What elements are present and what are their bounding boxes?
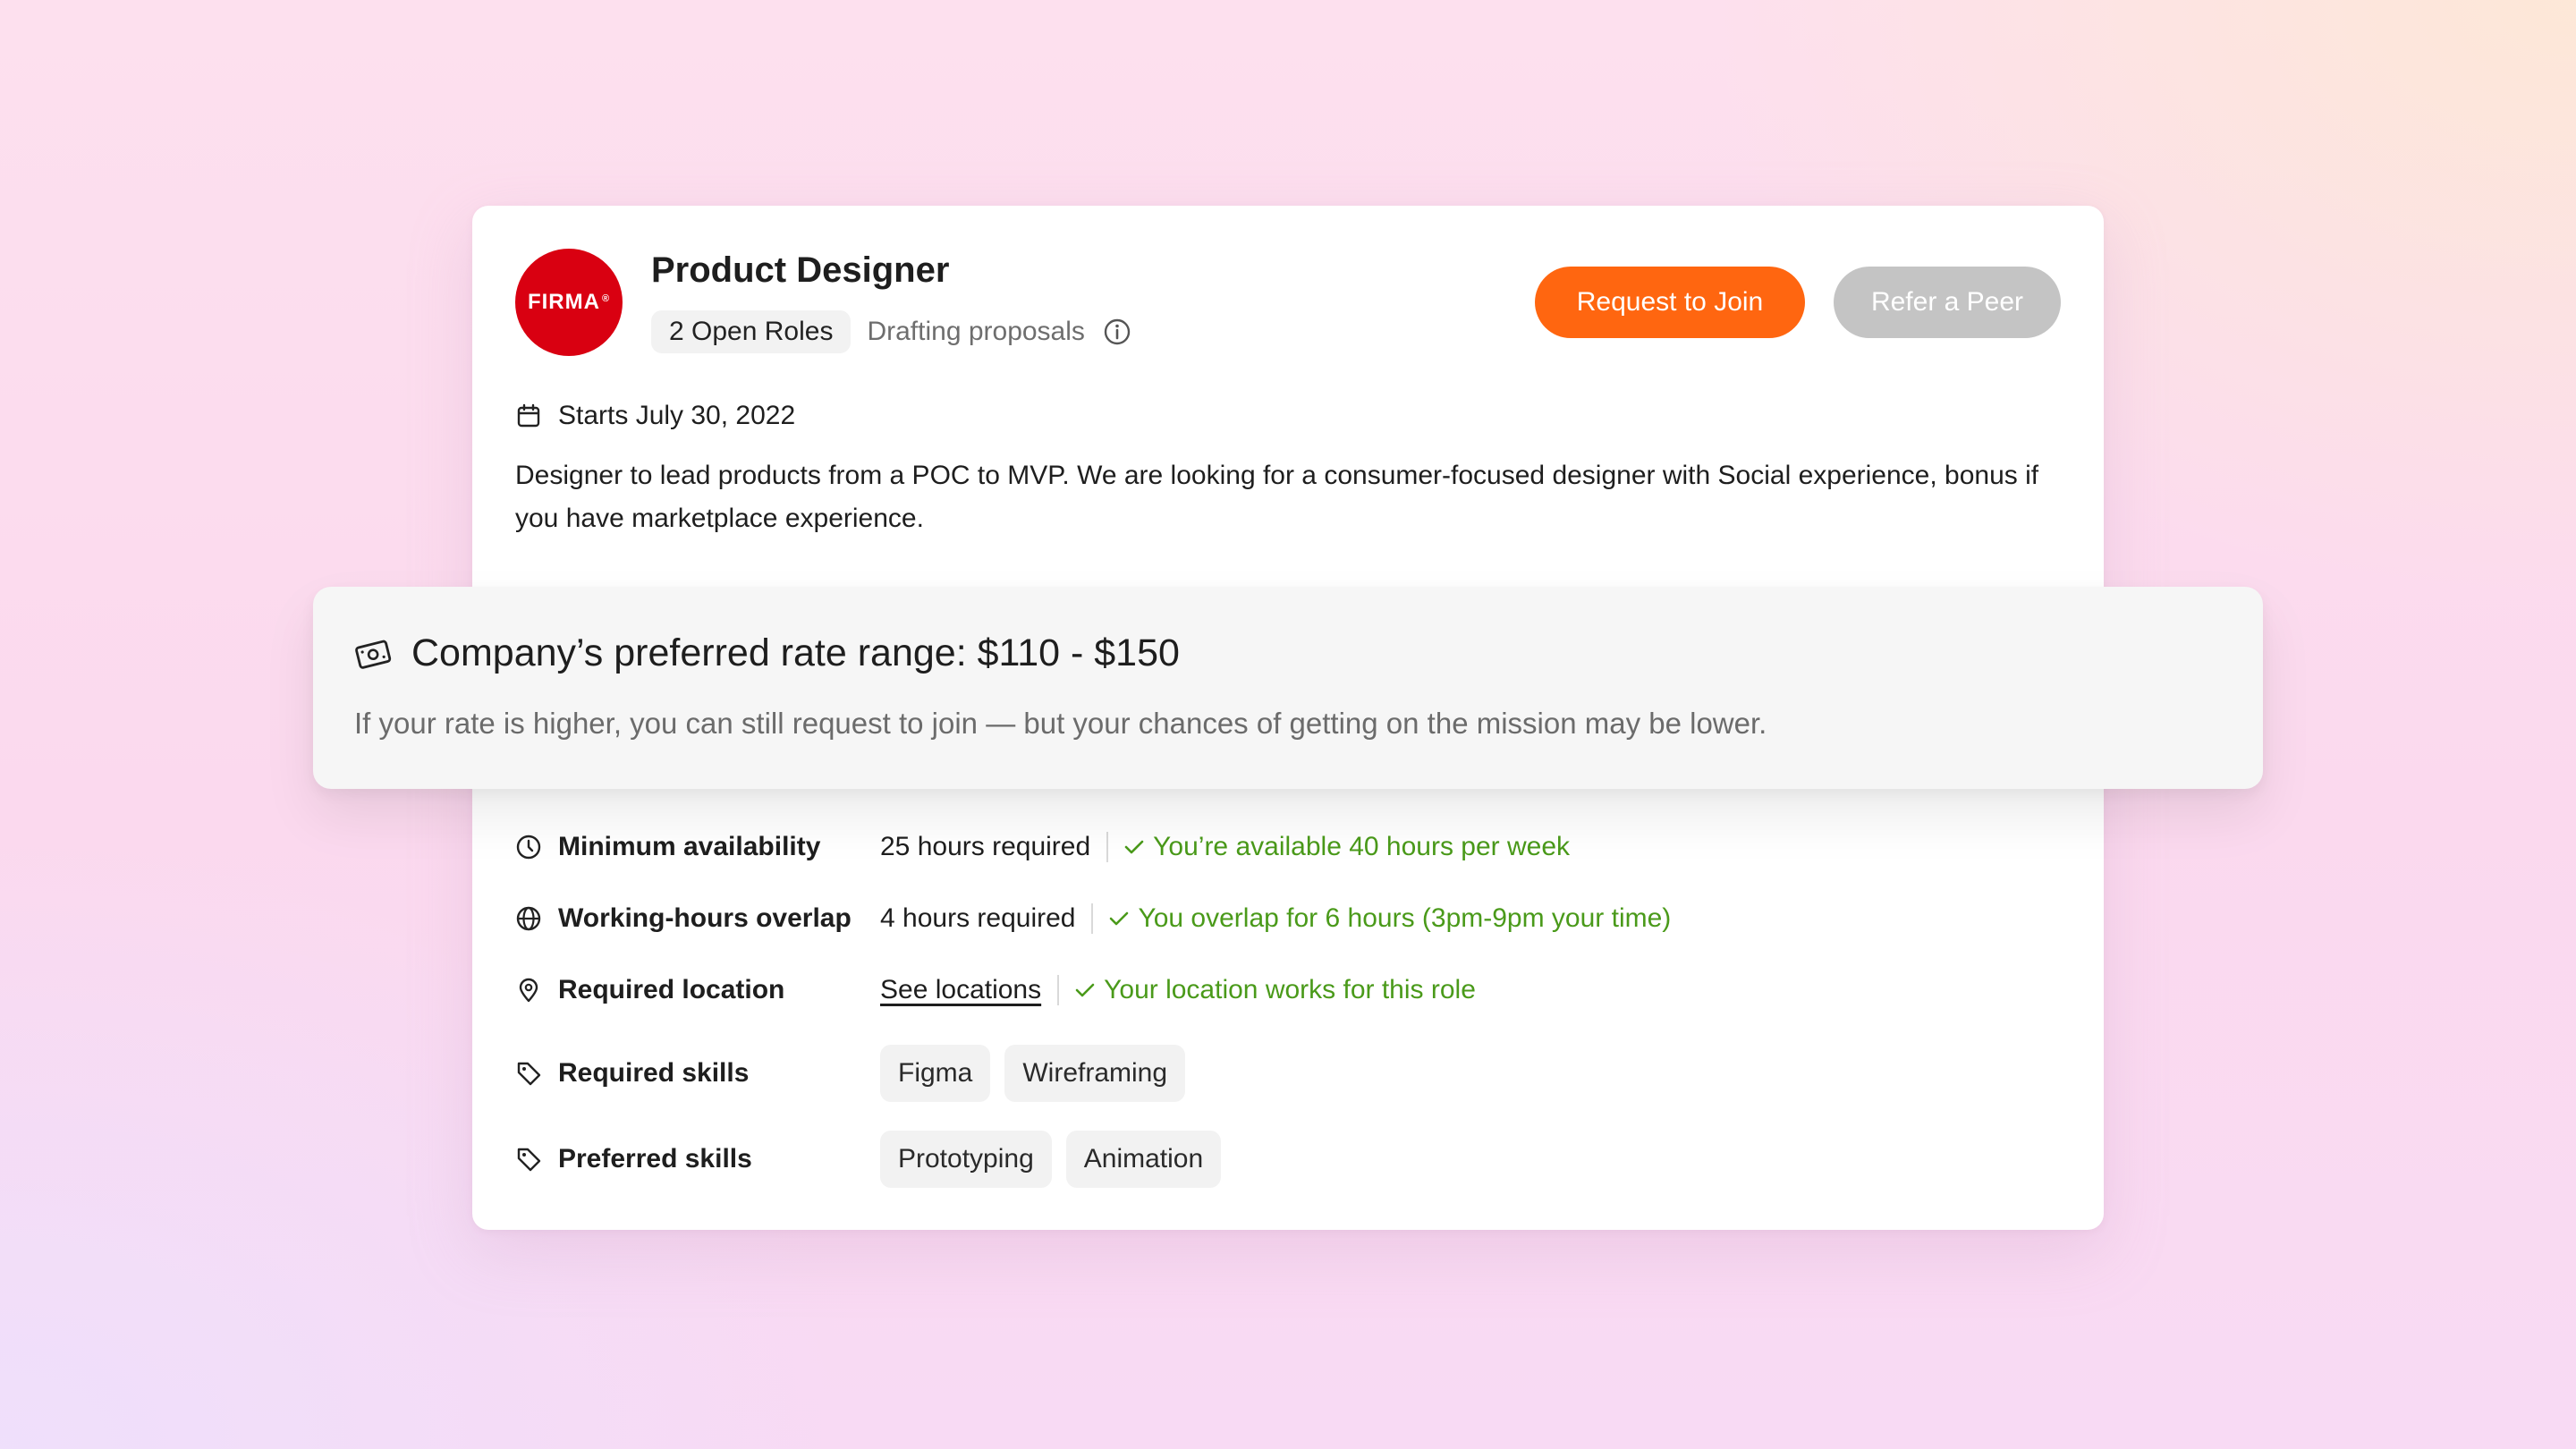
availability-required: 25 hours required bbox=[880, 832, 1091, 861]
required-skills-tags: Figma Wireframing bbox=[880, 1045, 1199, 1102]
company-logo-mark: ® bbox=[601, 293, 611, 304]
check-icon bbox=[1110, 911, 1129, 926]
open-roles-badge: 2 Open Roles bbox=[651, 310, 852, 353]
skill-tag: Prototyping bbox=[880, 1131, 1052, 1188]
start-date-text: Starts July 30, 2022 bbox=[558, 401, 796, 430]
overlap-status: You overlap for 6 hours (3pm-9pm your ti… bbox=[1107, 903, 1671, 934]
requirement-overlap: Working-hours overlap 4 hours required Y… bbox=[515, 903, 1671, 934]
calendar-icon bbox=[515, 402, 542, 429]
requirement-required-skills: Required skills Figma Wireframing bbox=[515, 1045, 1199, 1102]
company-logo-text: FIRMA bbox=[527, 290, 600, 314]
refer-a-peer-button[interactable]: Refer a Peer bbox=[1834, 267, 2061, 338]
clock-icon bbox=[515, 834, 542, 860]
location-pin-icon bbox=[515, 977, 542, 1004]
start-date: Starts July 30, 2022 bbox=[515, 401, 795, 431]
skill-tag: Wireframing bbox=[1004, 1045, 1186, 1102]
requirement-preferred-skills: Preferred skills Prototyping Animation bbox=[515, 1131, 1235, 1188]
check-icon bbox=[1075, 983, 1095, 997]
tag-icon bbox=[515, 1060, 542, 1087]
location-label: Required location bbox=[558, 975, 785, 1004]
divider bbox=[1106, 832, 1109, 862]
divider bbox=[1091, 903, 1094, 934]
globe-icon bbox=[515, 905, 542, 932]
see-locations-link[interactable]: See locations bbox=[880, 975, 1041, 1005]
money-icon bbox=[354, 634, 394, 674]
status-text: Drafting proposals bbox=[867, 317, 1085, 346]
request-to-join-button[interactable]: Request to Join bbox=[1535, 267, 1805, 338]
availability-label: Minimum availability bbox=[558, 832, 821, 861]
overlap-value: 4 hours required You overlap for 6 hours… bbox=[880, 903, 1671, 934]
overlap-required: 4 hours required bbox=[880, 903, 1076, 933]
skill-tag: Animation bbox=[1065, 1131, 1222, 1188]
info-icon[interactable] bbox=[1103, 318, 1131, 346]
check-icon bbox=[1124, 840, 1144, 854]
preferred-skills-label: Preferred skills bbox=[558, 1144, 752, 1174]
job-title: Product Designer bbox=[651, 250, 950, 290]
availability-status: You’re available 40 hours per week bbox=[1123, 832, 1570, 862]
skill-tag: Figma bbox=[880, 1045, 991, 1102]
location-status-text: Your location works for this role bbox=[1104, 975, 1476, 1004]
rate-range-heading: Company’s preferred rate range: $110 - $… bbox=[354, 631, 1180, 675]
job-description: Designer to lead products from a POC to … bbox=[515, 461, 2039, 533]
job-meta: 2 Open Roles Drafting proposals bbox=[651, 310, 1131, 353]
rate-range-title: Company’s preferred rate range: $110 - $… bbox=[411, 631, 1180, 674]
preferred-skills-tags: Prototyping Animation bbox=[880, 1131, 1235, 1188]
availability-value: 25 hours required You’re available 40 ho… bbox=[880, 832, 1570, 862]
rate-range-panel: Company’s preferred rate range: $110 - $… bbox=[313, 587, 2263, 789]
overlap-label: Working-hours overlap bbox=[558, 903, 852, 933]
requirement-location: Required location See locations Your loc… bbox=[515, 975, 1476, 1005]
required-skills-label: Required skills bbox=[558, 1058, 750, 1088]
requirement-availability: Minimum availability 25 hours required Y… bbox=[515, 832, 1570, 862]
overlap-status-text: You overlap for 6 hours (3pm-9pm your ti… bbox=[1138, 903, 1672, 933]
rate-range-note: If your rate is higher, you can still re… bbox=[354, 707, 1767, 740]
tag-icon bbox=[515, 1146, 542, 1173]
location-value: See locations Your location works for th… bbox=[880, 975, 1476, 1005]
company-logo: FIRMA ® bbox=[515, 249, 623, 356]
location-status: Your location works for this role bbox=[1073, 975, 1476, 1005]
availability-status-text: You’re available 40 hours per week bbox=[1153, 832, 1571, 861]
divider bbox=[1057, 975, 1060, 1005]
